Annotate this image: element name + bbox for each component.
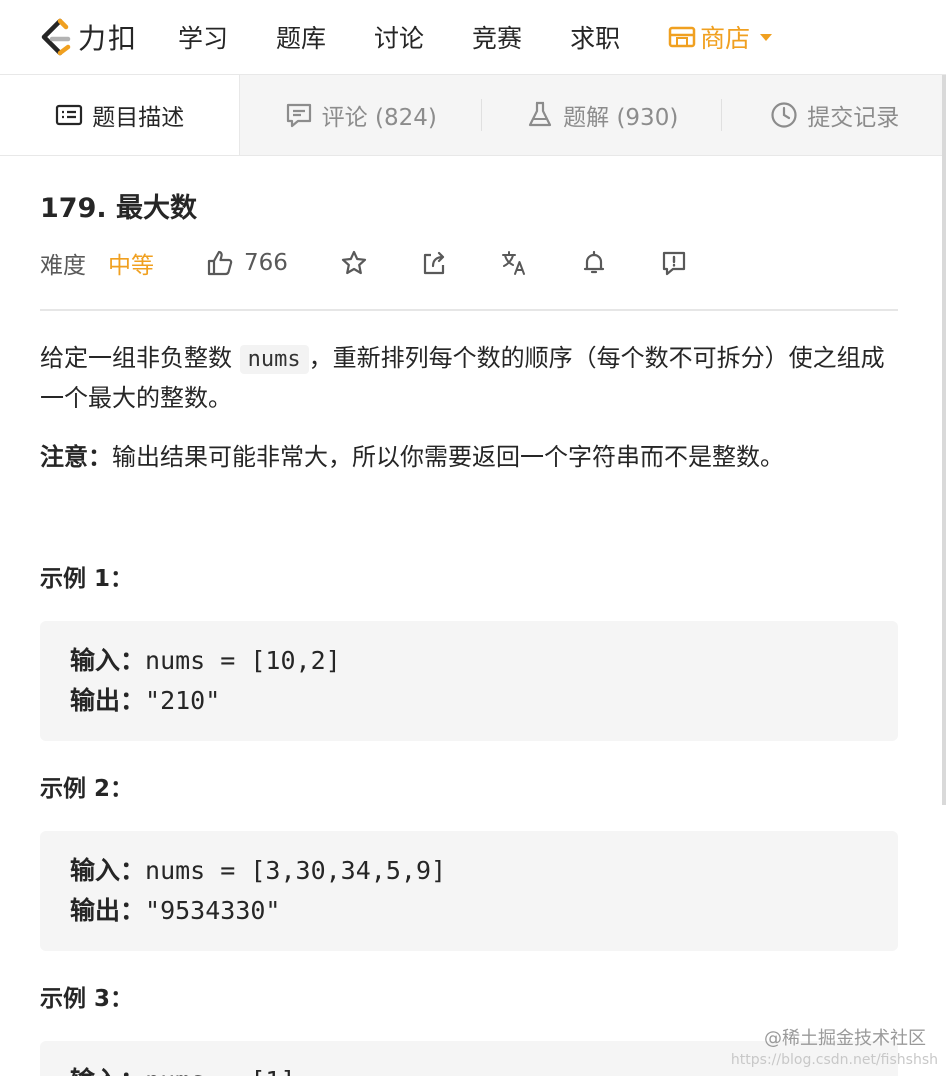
nav-item-learn[interactable]: 学习 [178, 19, 228, 55]
store-icon [668, 26, 696, 48]
example-block: 输入：nums = [10,2] 输出："210" [40, 621, 898, 741]
leetcode-logo-icon [41, 18, 71, 56]
logo[interactable]: 力扣 [38, 15, 158, 59]
nav-store-dropdown[interactable]: 商店 [668, 19, 773, 55]
note-label: 注意： [40, 443, 112, 471]
problem-note: 注意：输出结果可能非常大，所以你需要返回一个字符串而不是整数。 [40, 438, 898, 477]
watermark: @稀土掘金技术社区 [764, 1028, 926, 1049]
problem-meta: 难度 中等 766 [40, 247, 898, 279]
watermark-url: https://blog.csdn.net/fishshsh [730, 1052, 938, 1068]
top-nav: 力扣 学习 题库 讨论 竞赛 求职 商店 [0, 0, 946, 75]
tab-solutions[interactable]: 题解 (930) [482, 75, 722, 155]
problem-title: 179. 最大数 [40, 193, 198, 224]
example-input: nums = [3,30,34,5,9] [145, 856, 447, 885]
logo-text: 力扣 [78, 22, 139, 55]
example-title: 示例 3： [40, 986, 134, 1012]
example-input: nums = [10,2] [145, 646, 341, 675]
scrollbar[interactable] [942, 75, 946, 805]
caret-down-icon [760, 33, 773, 41]
input-label: 输入： [70, 856, 146, 885]
divider [40, 309, 898, 311]
example-block: 输入：nums = [3,30,34,5,9] 输出："9534330" [40, 831, 898, 951]
translate-icon[interactable] [500, 249, 528, 277]
input-label: 输入： [70, 1066, 145, 1076]
nav-item-problems[interactable]: 题库 [276, 19, 326, 55]
tab-solutions-label: 题解 (930) [563, 105, 679, 131]
feedback-icon[interactable] [660, 249, 688, 277]
difficulty-label: 难度 [40, 253, 86, 279]
tab-comments-label: 评论 (824) [321, 105, 437, 131]
star-icon[interactable] [340, 249, 368, 277]
example-title: 示例 2： [40, 776, 134, 802]
nav-store-label: 商店 [700, 24, 751, 53]
tab-description[interactable]: 题目描述 [0, 75, 240, 155]
note-text: 输出结果可能非常大，所以你需要返回一个字符串而不是整数。 [112, 443, 784, 471]
nav-item-discuss[interactable]: 讨论 [374, 19, 424, 55]
comment-icon [286, 103, 311, 128]
nav-menu: 学习 题库 讨论 竞赛 求职 [178, 19, 668, 55]
thumbs-up-icon [207, 250, 233, 276]
tab-comments[interactable]: 评论 (824) [240, 75, 481, 155]
description-icon [56, 104, 83, 126]
inline-code: nums [239, 345, 309, 374]
like-button[interactable]: 766 [206, 249, 288, 277]
tab-submissions-label: 提交记录 [807, 105, 900, 131]
output-label: 输出： [70, 896, 146, 925]
problem-content: 179. 最大数 难度 中等 766 给定一组非负整数 nums ，重新排列每个… [40, 156, 898, 1076]
example-output: "210" [145, 686, 221, 715]
difficulty-badge: 中等 [108, 253, 154, 279]
nav-item-jobs[interactable]: 求职 [570, 19, 620, 55]
share-icon[interactable] [420, 249, 448, 277]
nav-item-contest[interactable]: 竞赛 [472, 19, 522, 55]
description-text: 给定一组非负整数 [40, 344, 232, 372]
problem-description: 给定一组非负整数 nums ，重新排列每个数的顺序（每个数不可拆分）使之组成一个最… [40, 339, 898, 418]
output-label: 输出： [70, 686, 146, 715]
example-input: nums = [1] [145, 1066, 296, 1076]
bell-icon[interactable] [580, 249, 608, 277]
tab-submissions[interactable]: 提交记录 [722, 75, 946, 155]
example-title: 示例 1： [40, 566, 134, 592]
input-label: 输入： [70, 646, 146, 675]
flask-icon [529, 101, 552, 127]
example-output: "9534330" [145, 896, 281, 925]
problem-tabs: 题目描述 评论 (824) 题解 (930) 提交记录 [0, 75, 946, 156]
tab-description-label: 题目描述 [92, 105, 185, 131]
like-count: 766 [244, 250, 288, 276]
clock-icon [771, 102, 797, 128]
